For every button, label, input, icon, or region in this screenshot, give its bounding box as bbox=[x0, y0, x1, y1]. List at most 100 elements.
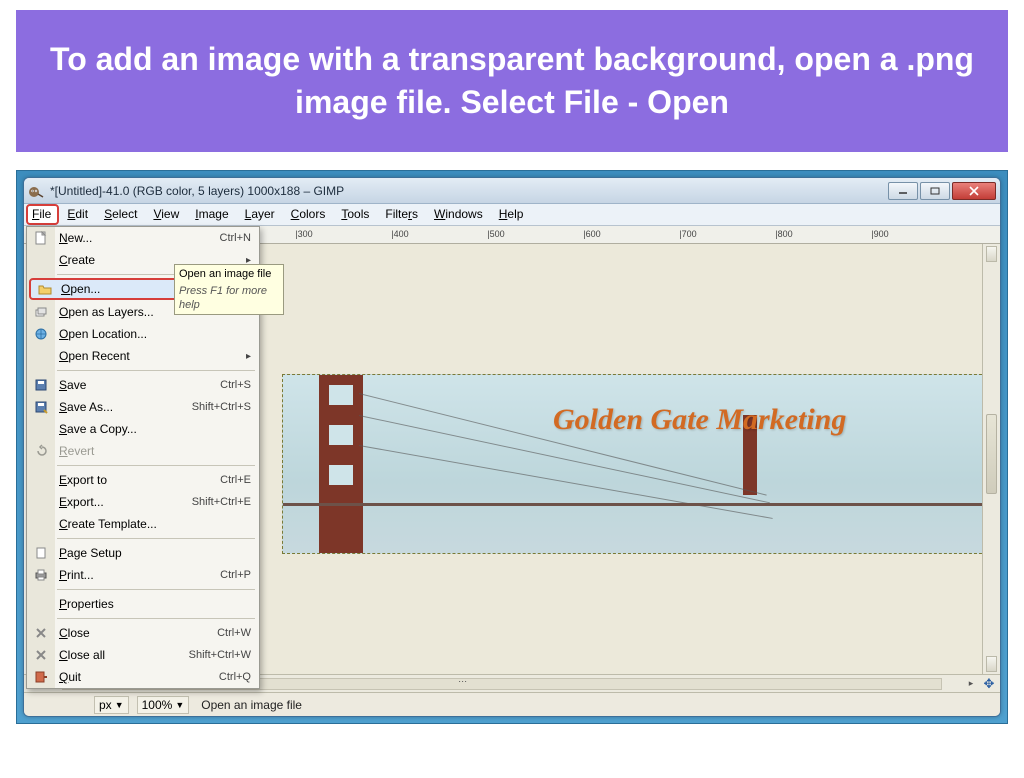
titlebar: *[Untitled]-41.0 (RGB color, 5 layers) 1… bbox=[24, 178, 1000, 204]
ruler-label: |500 bbox=[487, 229, 504, 239]
revert-icon bbox=[33, 443, 49, 459]
menu-item-label: Revert bbox=[59, 444, 94, 458]
menu-item-label: Print... bbox=[59, 568, 94, 582]
x-icon bbox=[33, 647, 49, 663]
menu-item-shortcut: Ctrl+S bbox=[220, 379, 251, 391]
ruler-label: |600 bbox=[583, 229, 600, 239]
menu-separator bbox=[57, 465, 255, 466]
file-menu-create-template[interactable]: Create Template... bbox=[27, 513, 259, 535]
menu-edit[interactable]: Edit bbox=[59, 204, 96, 225]
chevron-down-icon: ▼ bbox=[115, 700, 124, 710]
file-menu-close[interactable]: Close Ctrl+W bbox=[27, 622, 259, 644]
menu-item-label: Page Setup bbox=[59, 546, 122, 560]
bridge-cable bbox=[359, 445, 773, 519]
file-menu-save[interactable]: Save Ctrl+S bbox=[27, 374, 259, 396]
file-menu-print[interactable]: Print... Ctrl+P bbox=[27, 564, 259, 586]
menu-windows[interactable]: Windows bbox=[426, 204, 491, 225]
menu-item-label: Close bbox=[59, 626, 90, 640]
file-menu-revert: Revert bbox=[27, 440, 259, 462]
menu-item-shortcut: Ctrl+N bbox=[220, 232, 251, 244]
screenshot-frame: *[Untitled]-41.0 (RGB color, 5 layers) 1… bbox=[16, 170, 1008, 724]
pan-nav-icon[interactable]: ✥ bbox=[980, 675, 998, 693]
folder-icon bbox=[37, 281, 53, 297]
save-icon bbox=[33, 377, 49, 393]
file-menu-page-setup[interactable]: Page Setup bbox=[27, 542, 259, 564]
instruction-banner: To add an image with a transparent backg… bbox=[16, 10, 1008, 152]
unit-value: px bbox=[99, 698, 112, 712]
menu-file[interactable]: File bbox=[26, 204, 59, 225]
unit-selector[interactable]: px ▼ bbox=[94, 696, 129, 714]
menu-select[interactable]: Select bbox=[96, 204, 145, 225]
bridge-tower-graphic bbox=[319, 374, 363, 554]
page-icon bbox=[33, 545, 49, 561]
menu-item-shortcut: Ctrl+P bbox=[220, 569, 251, 581]
ruler-label: |300 bbox=[295, 229, 312, 239]
file-menu-new[interactable]: New...Ctrl+N bbox=[27, 227, 259, 249]
maximize-button[interactable] bbox=[920, 182, 950, 200]
bridge-deck bbox=[283, 503, 982, 506]
file-menu-quit[interactable]: Quit Ctrl+Q bbox=[27, 666, 259, 688]
menu-item-label: Create bbox=[59, 253, 95, 267]
menu-filters[interactable]: Filters bbox=[377, 204, 426, 225]
menu-item-label: Export... bbox=[59, 495, 104, 509]
menu-tools[interactable]: Tools bbox=[333, 204, 377, 225]
zoom-value: 100% bbox=[142, 698, 173, 712]
image-canvas[interactable]: Golden Gate Marketing bbox=[282, 374, 982, 554]
doc-icon bbox=[33, 230, 49, 246]
menu-help[interactable]: Help bbox=[491, 204, 532, 225]
tooltip-open-image: Open an image file Press F1 for more hel… bbox=[174, 264, 284, 315]
file-menu-export-to[interactable]: Export toCtrl+E bbox=[27, 469, 259, 491]
menu-item-label: Export to bbox=[59, 473, 107, 487]
window-title: *[Untitled]-41.0 (RGB color, 5 layers) 1… bbox=[50, 184, 344, 198]
file-menu-export[interactable]: Export... Shift+Ctrl+E bbox=[27, 491, 259, 513]
menu-item-shortcut: Shift+Ctrl+S bbox=[192, 401, 251, 413]
vertical-scrollbar[interactable] bbox=[982, 244, 1000, 674]
file-menu-close-all[interactable]: Close all Shift+Ctrl+W bbox=[27, 644, 259, 666]
menu-item-shortcut: Ctrl+W bbox=[217, 627, 251, 639]
file-menu-save-as[interactable]: Save As... Shift+Ctrl+S bbox=[27, 396, 259, 418]
menu-colors[interactable]: Colors bbox=[283, 204, 334, 225]
menu-item-label: Save As... bbox=[59, 400, 113, 414]
ruler-label: |900 bbox=[871, 229, 888, 239]
close-button[interactable] bbox=[952, 182, 996, 200]
zoom-selector[interactable]: 100% ▼ bbox=[137, 696, 190, 714]
menu-item-shortcut: Ctrl+Q bbox=[219, 671, 251, 683]
file-menu-save-a-copy[interactable]: Save a Copy... bbox=[27, 418, 259, 440]
ruler-label: |400 bbox=[391, 229, 408, 239]
chevron-down-icon: ▼ bbox=[175, 700, 184, 710]
menu-item-shortcut: Shift+Ctrl+E bbox=[192, 496, 251, 508]
menubar: File Edit Select View Image Layer Colors… bbox=[24, 204, 1000, 226]
menu-image[interactable]: Image bbox=[187, 204, 236, 225]
minimize-button[interactable] bbox=[888, 182, 918, 200]
file-menu-open-location[interactable]: Open Location... bbox=[27, 323, 259, 345]
menu-item-shortcut: Shift+Ctrl+W bbox=[189, 649, 251, 661]
menu-item-label: Create Template... bbox=[59, 517, 157, 531]
print-icon bbox=[33, 567, 49, 583]
hscroll-right-arrow[interactable]: ▸ bbox=[962, 678, 980, 689]
menu-view[interactable]: View bbox=[145, 204, 187, 225]
status-bar: px ▼ 100% ▼ Open an image file bbox=[24, 692, 1000, 716]
ruler-label: |800 bbox=[775, 229, 792, 239]
menu-separator bbox=[57, 538, 255, 539]
menu-item-label: Quit bbox=[59, 670, 81, 684]
menu-item-label: Save a Copy... bbox=[59, 422, 137, 436]
ruler-label: |700 bbox=[679, 229, 696, 239]
file-menu-open-recent[interactable]: Open Recent bbox=[27, 345, 259, 367]
menu-item-label: Properties bbox=[59, 597, 114, 611]
menu-layer[interactable]: Layer bbox=[237, 204, 283, 225]
menu-item-label: Open Location... bbox=[59, 327, 147, 341]
menu-item-label: Open... bbox=[61, 282, 100, 296]
hscroll-thumb-label: ⋯ bbox=[458, 676, 467, 687]
menu-item-label: Open Recent bbox=[59, 349, 130, 363]
vscroll-thumb[interactable] bbox=[986, 414, 997, 494]
menu-item-label: Save bbox=[59, 378, 86, 392]
saveas-icon bbox=[33, 399, 49, 415]
menu-item-label: Open as Layers... bbox=[59, 305, 154, 319]
tooltip-hint: Press F1 for more help bbox=[179, 284, 279, 313]
file-menu-properties[interactable]: Properties bbox=[27, 593, 259, 615]
menu-separator bbox=[57, 370, 255, 371]
menu-item-label: Close all bbox=[59, 648, 105, 662]
quit-icon bbox=[33, 669, 49, 685]
status-message: Open an image file bbox=[201, 698, 302, 712]
menu-separator bbox=[57, 618, 255, 619]
